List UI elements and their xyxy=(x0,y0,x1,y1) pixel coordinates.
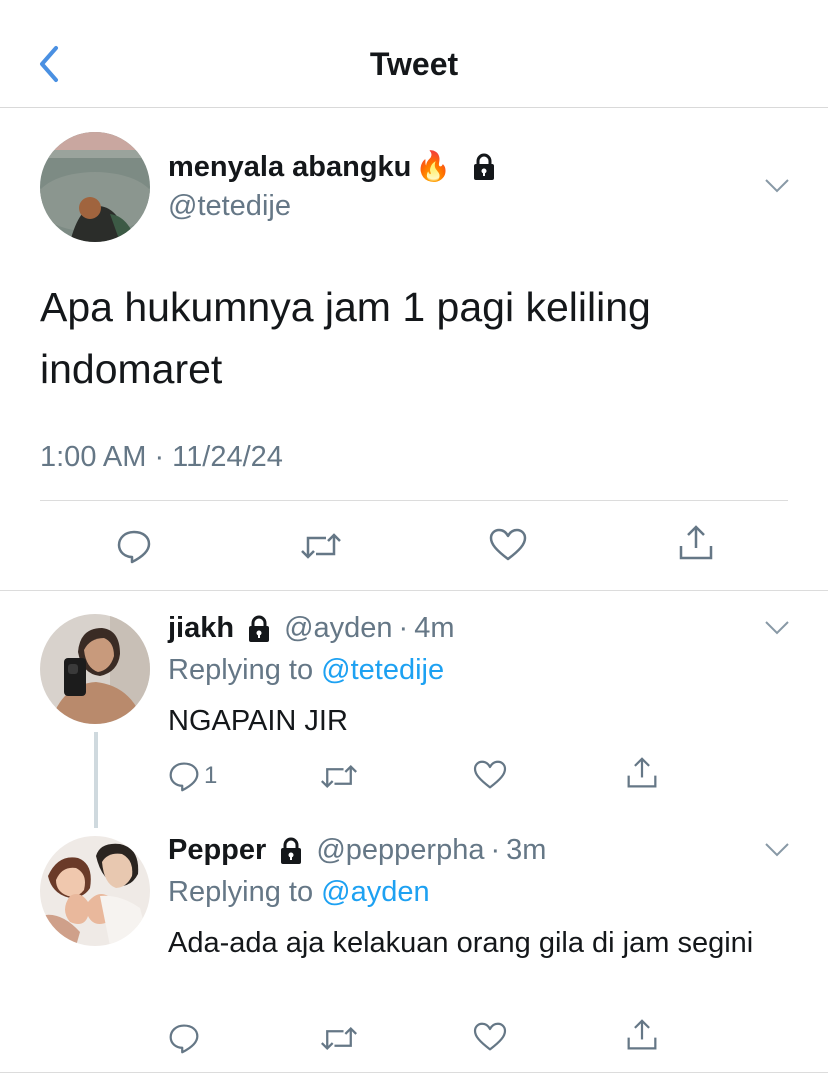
separator: · xyxy=(490,834,501,866)
display-name: menyala abangku xyxy=(168,150,412,183)
replying-prefix: Replying to xyxy=(168,876,314,908)
share-icon xyxy=(627,1019,657,1050)
reply-button[interactable] xyxy=(116,528,152,564)
nav-bar: Tweet xyxy=(0,0,828,108)
reply-header: Pepper @pepperpha · 3m xyxy=(168,834,546,867)
chevron-down-icon[interactable] xyxy=(764,178,790,194)
like-icon xyxy=(489,528,527,561)
reply-icon xyxy=(169,762,199,792)
reply-text: Ada-ada aja kelakuan orang gila di jam s… xyxy=(168,927,754,959)
lock-icon xyxy=(281,837,302,864)
reply-author-name[interactable]: Pepper xyxy=(168,834,266,867)
reply-handle[interactable]: @pepperpha xyxy=(316,834,484,867)
replying-prefix: Replying to xyxy=(168,654,314,686)
author-name[interactable]: menyala abangku 🔥 xyxy=(168,150,499,184)
author-handle[interactable]: @tetedije xyxy=(168,190,291,223)
share-icon xyxy=(679,525,713,560)
section-divider xyxy=(0,1072,828,1073)
share-icon xyxy=(627,757,657,788)
like-button[interactable] xyxy=(473,760,507,790)
retweet-button[interactable] xyxy=(320,762,358,791)
reply-time: 4m xyxy=(414,612,455,644)
avatar[interactable] xyxy=(40,836,150,946)
reply-icon xyxy=(117,530,151,564)
reply-count: 1 xyxy=(204,762,218,789)
reply-header: jiakh @ayden · 4m xyxy=(168,612,455,645)
reply-icon xyxy=(169,1024,199,1054)
reply-button[interactable] xyxy=(168,1022,200,1054)
mention-link[interactable]: @tetedije xyxy=(321,654,444,686)
replying-to: Replying to @tetedije xyxy=(168,654,444,687)
avatar[interactable] xyxy=(40,614,150,724)
like-button[interactable] xyxy=(473,1022,507,1052)
retweet-icon xyxy=(321,764,357,789)
reply-text: NGAPAIN JIR xyxy=(168,705,348,737)
chevron-down-icon[interactable] xyxy=(764,842,790,858)
retweet-icon xyxy=(321,1026,357,1051)
retweet-button[interactable] xyxy=(320,1024,358,1053)
share-button[interactable] xyxy=(678,524,714,562)
replying-to: Replying to @ayden xyxy=(168,876,430,909)
lock-icon xyxy=(249,615,270,642)
section-divider xyxy=(0,590,828,591)
retweet-icon xyxy=(301,533,341,559)
chevron-down-icon[interactable] xyxy=(764,620,790,636)
separator: · xyxy=(398,612,409,644)
like-button[interactable] xyxy=(489,528,527,562)
avatar[interactable] xyxy=(40,132,150,242)
tweet-text: Apa hukumnya jam 1 pagi keliling indomar… xyxy=(40,284,651,392)
lock-icon xyxy=(474,153,495,180)
like-icon xyxy=(473,760,507,789)
like-icon xyxy=(473,1022,507,1051)
reply-time: 3m xyxy=(506,834,547,866)
reply-button[interactable]: 1 xyxy=(168,760,217,792)
fire-emoji: 🔥 xyxy=(415,151,452,183)
timestamp[interactable]: 1:00 AM · 11/24/24 xyxy=(40,441,283,474)
mention-link[interactable]: @ayden xyxy=(321,876,429,908)
reply-author-name[interactable]: jiakh xyxy=(168,612,234,645)
reply-handle[interactable]: @ayden xyxy=(284,612,392,645)
share-button[interactable] xyxy=(626,1018,658,1052)
thread-line xyxy=(94,732,98,828)
retweet-button[interactable] xyxy=(300,530,342,562)
share-button[interactable] xyxy=(626,756,658,790)
page-title: Tweet xyxy=(369,46,459,82)
divider xyxy=(40,500,788,501)
